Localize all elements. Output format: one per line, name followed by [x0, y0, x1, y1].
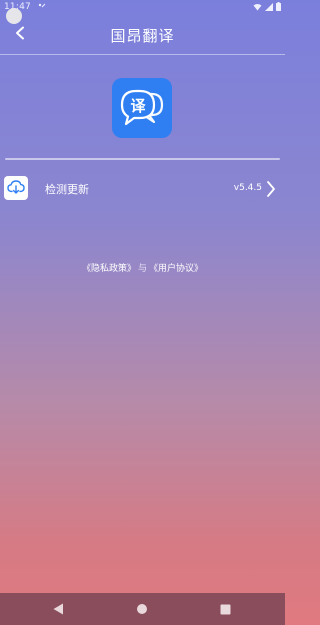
circle-home-icon — [136, 600, 148, 619]
app-logo: 译 — [112, 78, 172, 138]
policy-and-text: 与 — [137, 264, 147, 274]
nav-back-button[interactable] — [48, 599, 68, 619]
check-update-label: 检测更新 — [45, 183, 89, 196]
nav-home-button[interactable] — [132, 599, 152, 619]
page-title: 国昂翻译 — [110, 27, 175, 45]
system-nav-bar — [0, 593, 285, 625]
nav-recents-button[interactable] — [215, 599, 235, 619]
translate-bubble-icon: 译 — [120, 89, 164, 126]
privacy-policy-link[interactable]: 《隐私政策》 — [82, 264, 136, 274]
triangle-back-icon — [53, 600, 64, 619]
section-divider — [5, 158, 280, 160]
app-bar: 国昂翻译 — [0, 14, 285, 55]
notification-icon — [38, 1, 46, 15]
policy-links: 《隐私政策》与《用户协议》 — [0, 261, 285, 274]
square-recents-icon — [220, 600, 231, 619]
logo-glyph: 译 — [130, 97, 146, 115]
check-update-row[interactable]: 检测更新 v5.4.5 — [0, 174, 285, 204]
update-icon-box — [4, 176, 28, 200]
chevron-right-icon — [265, 180, 277, 198]
cloud-download-icon — [7, 179, 25, 198]
status-bar: 11:47 — [0, 0, 285, 24]
version-text: v5.4.5 — [233, 183, 262, 193]
user-agreement-link[interactable]: 《用户协议》 — [149, 264, 203, 274]
